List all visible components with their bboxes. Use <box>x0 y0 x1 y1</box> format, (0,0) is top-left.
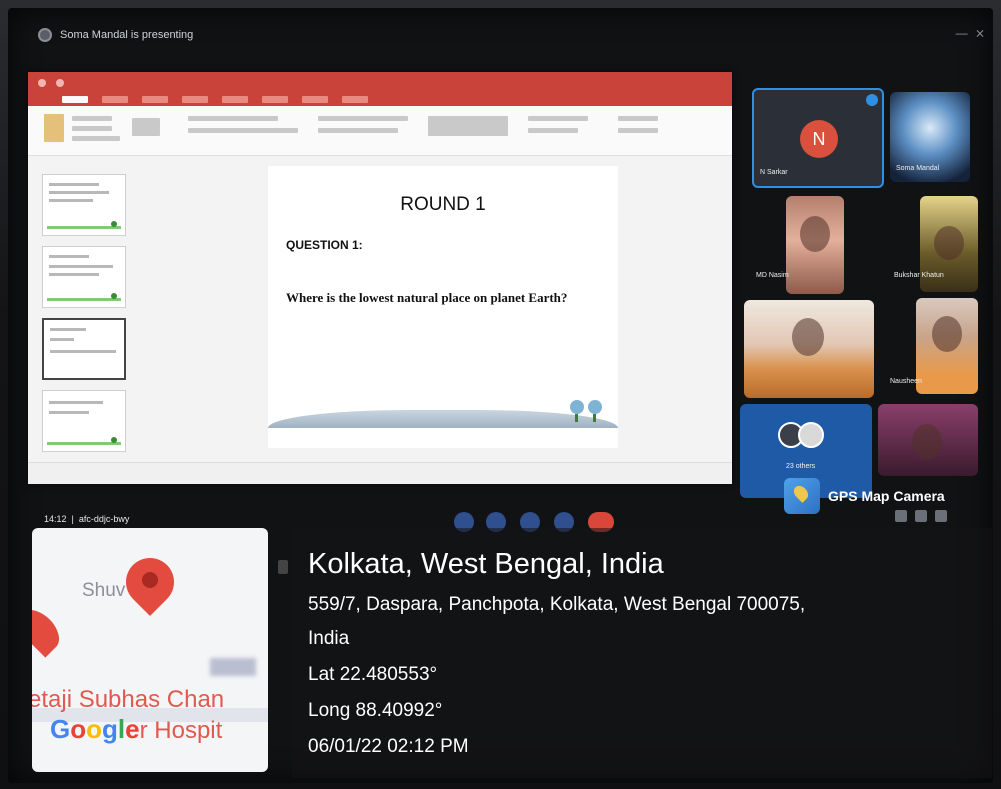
participant-tile[interactable] <box>744 300 874 398</box>
new-slide-icon[interactable] <box>132 118 160 136</box>
participant-video <box>912 424 942 460</box>
address-line-1: 559/7, Daspara, Panchpota, Kolkata, West… <box>308 594 806 615</box>
latitude: Lat 22.480553° <box>308 664 438 685</box>
participant-name: Bukshar Khatun <box>894 272 944 279</box>
ribbon-format-painter[interactable] <box>72 136 120 141</box>
pin-icon[interactable] <box>866 94 878 106</box>
question-label: QUESTION 1: <box>286 238 363 252</box>
tab-review[interactable] <box>302 96 328 103</box>
gps-app-badge: GPS Map Camera <box>784 478 945 514</box>
paragraph-controls[interactable] <box>318 116 408 121</box>
address-line-2: India <box>308 628 350 649</box>
font-selector[interactable] <box>188 116 278 121</box>
meeting-controls-bar <box>28 492 808 532</box>
tree-icon <box>570 400 584 422</box>
ppt-status-bar <box>28 462 732 484</box>
avatar: N <box>800 120 838 158</box>
paste-icon[interactable] <box>44 114 64 142</box>
gps-app-name: GPS Map Camera <box>828 488 945 504</box>
font-formatting[interactable] <box>188 128 298 133</box>
ppt-ribbon <box>28 106 732 156</box>
presenting-banner: Soma Mandal is presenting <box>38 28 193 42</box>
question-text: Where is the lowest natural place on pla… <box>286 290 568 305</box>
shapes-gallery[interactable] <box>428 116 508 136</box>
ribbon-copy[interactable] <box>72 126 112 131</box>
participant-tile[interactable]: Soma Mandal <box>890 92 970 182</box>
map-label-blur <box>210 658 256 676</box>
tab-view[interactable] <box>342 96 368 103</box>
ppt-ribbon-tabs <box>28 94 732 106</box>
landscape-graphic <box>268 410 618 428</box>
tab-transitions[interactable] <box>182 96 208 103</box>
slide-heading: ROUND 1 <box>400 194 486 215</box>
participant-tile[interactable] <box>786 196 844 294</box>
google-letter: e <box>125 714 140 744</box>
participant-video <box>800 216 830 252</box>
participant-name: Nausheen <box>890 378 922 385</box>
current-slide: ROUND 1 QUESTION 1: Where is the lowest … <box>268 166 618 448</box>
longitude: Long 88.40992° <box>308 700 443 721</box>
tab-slideshow[interactable] <box>262 96 288 103</box>
tree-icon <box>588 400 602 422</box>
map-thumbnail: Shuv d etaji Subhas Chan Googler Hospit <box>32 528 268 772</box>
participant-video <box>792 318 824 356</box>
alignment-controls[interactable] <box>318 128 398 133</box>
meeting-code: afc-ddjc-bwy <box>78 514 130 524</box>
meeting-clock: 14:12 <box>44 514 67 524</box>
tab-home[interactable] <box>62 96 88 103</box>
meeting-clock-and-code: 14:12 | afc-ddjc-bwy <box>44 514 130 524</box>
participant-video <box>934 226 964 260</box>
tab-design[interactable] <box>142 96 168 103</box>
save-icon[interactable] <box>38 79 46 87</box>
tab-animations[interactable] <box>222 96 248 103</box>
others-count: 23 others <box>786 463 816 470</box>
participant-tile[interactable] <box>878 404 978 476</box>
ribbon-cut[interactable] <box>72 116 112 121</box>
google-letter: o <box>86 714 103 744</box>
location-city: Kolkata, West Bengal, India <box>308 548 664 580</box>
presenter-icon <box>38 28 52 42</box>
participant-name: MD Nasim <box>756 272 789 279</box>
map-hospital-label: etaji Subhas Chan <box>32 686 225 713</box>
google-letter: G <box>50 714 71 744</box>
participant-video <box>932 316 962 352</box>
shared-presentation-window: ROUND 1 QUESTION 1: Where is the lowest … <box>28 72 732 484</box>
slide-thumbnail[interactable] <box>42 390 126 452</box>
participant-tile[interactable] <box>916 298 978 394</box>
date-time: 06/01/22 02:12 PM <box>308 736 469 757</box>
participant-tile-pinned[interactable]: N N Sarkar <box>752 88 884 188</box>
slide-thumbnail[interactable] <box>42 174 126 236</box>
participant-name: Soma Mandal <box>896 165 940 172</box>
gps-map-camera-logo-icon <box>784 478 820 514</box>
slide-thumbnail-selected[interactable] <box>42 318 126 380</box>
google-letter: g <box>102 714 118 744</box>
undo-icon[interactable] <box>56 79 64 87</box>
slide-thumbnails <box>38 168 134 478</box>
map-hospital-suffix: r Hospit <box>139 717 223 744</box>
pin-icon <box>278 560 288 574</box>
google-logo: Googler Hospit <box>50 714 222 745</box>
presenter-text: Soma Mandal is presenting <box>60 29 194 41</box>
window-controls[interactable]: — ⨯ <box>956 26 987 40</box>
slide-thumbnail[interactable] <box>42 246 126 308</box>
google-letter: o <box>70 714 87 744</box>
hospital-marker-icon <box>32 602 67 658</box>
location-pin-icon <box>116 548 184 622</box>
quick-styles[interactable] <box>528 128 578 133</box>
arrange-controls[interactable] <box>528 116 588 121</box>
tab-insert[interactable] <box>102 96 128 103</box>
ppt-titlebar <box>28 72 732 94</box>
photo-of-screen: Soma Mandal is presenting — ⨯ ROUND 1 QU… <box>0 0 1001 789</box>
people-group-icon <box>778 422 828 452</box>
find-control[interactable] <box>618 116 658 121</box>
replace-control[interactable] <box>618 128 658 133</box>
participant-name: N Sarkar <box>760 169 788 176</box>
